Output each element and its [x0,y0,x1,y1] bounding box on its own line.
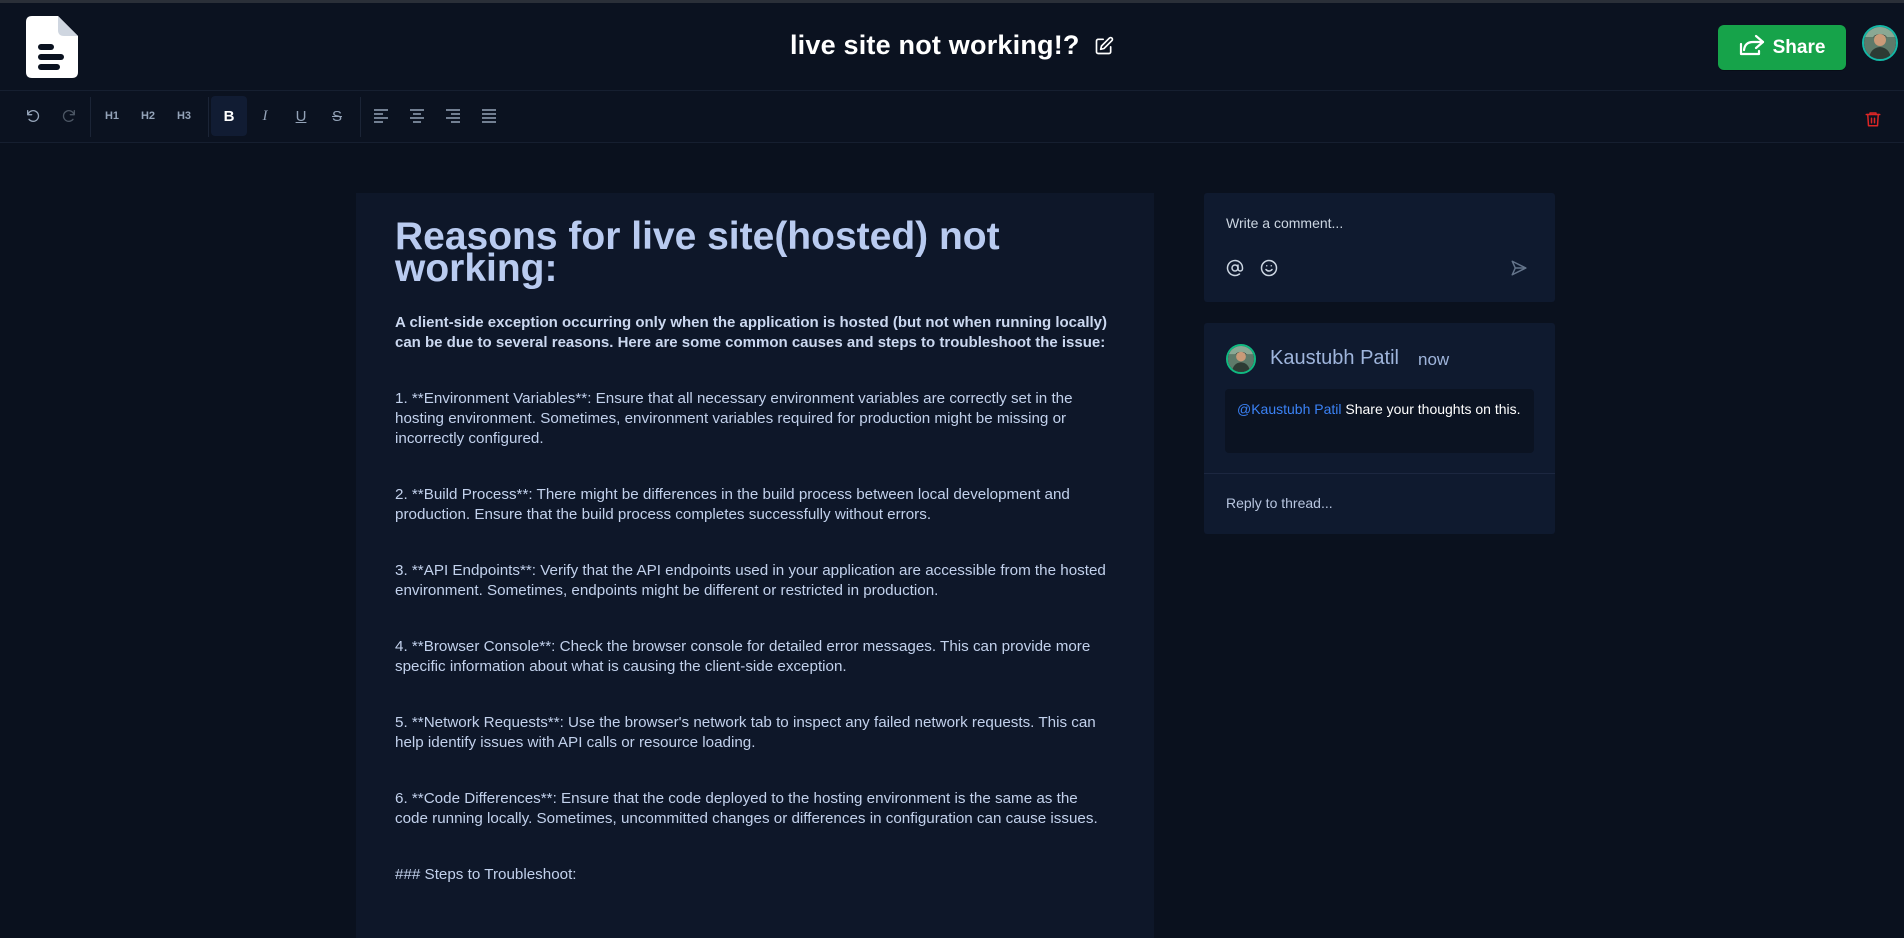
heading-1-button[interactable]: H1 [94,96,130,136]
align-justify-icon[interactable] [471,96,507,136]
toolbar-divider [360,97,361,137]
italic-button[interactable]: I [247,96,283,136]
comment-message: @Kaustubh Patil Share your thoughts on t… [1225,389,1534,453]
undo-icon[interactable] [15,96,51,136]
redo-icon[interactable] [51,96,87,136]
align-center-icon[interactable] [399,96,435,136]
top-bar: live site not working!? Share [0,0,1904,91]
document-paragraph: 4. **Browser Console**: Check the browse… [395,638,1091,675]
document-lead-paragraph: A client-side exception occurring only w… [395,314,1108,351]
document-paragraph: 1. **Environment Variables**: Ensure tha… [395,390,1073,447]
share-icon [1739,34,1765,62]
comment-text: Share your thoughts on this. [1341,401,1521,417]
document-title: live site not working!? [789,30,1080,60]
toolbar-divider [90,97,91,137]
mention-link[interactable]: @Kaustubh Patil [1237,401,1342,417]
send-icon[interactable] [1510,259,1530,279]
document-paragraph: 6. **Code Differences**: Ensure that the… [395,790,1098,827]
heading-2-button[interactable]: H2 [130,96,166,136]
mention-icon[interactable] [1226,259,1246,279]
steps-heading: ### Steps to Troubleshoot: [395,866,577,883]
document-paragraph: 5. **Network Requests**: Use the browser… [395,714,1096,751]
underline-button[interactable]: U [283,96,319,136]
thread-divider [1204,473,1555,474]
formatting-toolbar: H1 H2 H3 B I U S [0,91,1904,143]
document-paragraph: 3. **API Endpoints**: Verify that the AP… [395,562,1106,599]
commenter-name: Kaustubh Patil [1270,347,1399,369]
document-editor[interactable]: Reasons for live site(hosted) not workin… [356,193,1154,938]
comment-composer[interactable]: Write a comment... [1204,193,1555,302]
toolbar-divider [208,97,209,137]
bold-button[interactable]: B [211,96,247,136]
align-left-icon[interactable] [363,96,399,136]
user-avatar[interactable] [1862,25,1898,61]
reply-input[interactable]: Reply to thread... [1226,495,1333,511]
commenter-avatar [1226,344,1256,374]
document-heading: Reasons for live site(hosted) not workin… [395,215,1000,290]
emoji-icon[interactable] [1260,259,1280,279]
comment-timestamp: now [1418,350,1450,369]
comment-input[interactable]: Write a comment... [1226,215,1343,231]
edit-title-icon[interactable] [1094,36,1114,56]
document-paragraph: 2. **Build Process**: There might be dif… [395,486,1070,523]
align-right-icon[interactable] [435,96,471,136]
delete-trash-icon[interactable] [1864,109,1884,129]
strikethrough-button[interactable]: S [319,96,355,136]
heading-3-button[interactable]: H3 [166,96,202,136]
share-label: Share [1772,36,1826,58]
share-button[interactable]: Share [1718,25,1846,70]
comment-thread: Kaustubh Patil now @Kaustubh Patil Share… [1204,323,1555,534]
